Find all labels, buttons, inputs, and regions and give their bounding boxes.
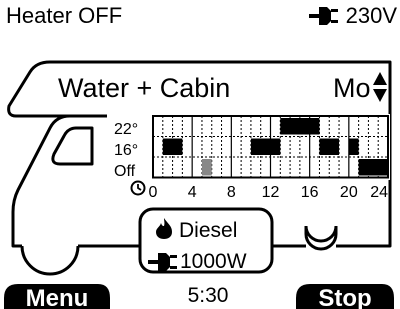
current-time: 5:30 bbox=[188, 284, 229, 307]
menu-button[interactable]: Menu bbox=[4, 284, 110, 309]
mains-voltage: 230V bbox=[346, 3, 398, 28]
heating-mode-label[interactable]: Water + Cabin bbox=[58, 73, 230, 103]
hour-tick-label: 0 bbox=[149, 184, 158, 201]
up-down-arrows-icon[interactable] bbox=[373, 72, 387, 102]
plug-icon bbox=[309, 7, 338, 25]
temperature-schedule[interactable]: 22° 16° Off bbox=[107, 114, 390, 180]
fuel-type: Diesel bbox=[179, 219, 237, 242]
schedule-panel bbox=[107, 114, 390, 180]
level-label-high: 22° bbox=[114, 121, 138, 138]
heater-control-screen: Heater OFF 230V Water + Cabin Mo 22° 16°… bbox=[4, 3, 398, 309]
electric-power: 1000W bbox=[180, 250, 247, 273]
menu-button-label: Menu bbox=[26, 285, 89, 309]
schedule-block[interactable] bbox=[319, 138, 340, 156]
schedule-block[interactable] bbox=[348, 138, 359, 156]
hour-axis: 0 4 8 12 16 20 24 bbox=[149, 184, 389, 201]
clock-icon bbox=[130, 180, 146, 196]
stop-button-label: Stop bbox=[318, 285, 371, 309]
schedule-cursor-block[interactable] bbox=[201, 159, 212, 176]
hour-tick-label: 20 bbox=[340, 184, 358, 201]
level-label-off: Off bbox=[114, 163, 136, 180]
hour-tick-label: 12 bbox=[262, 184, 280, 201]
hour-tick-label: 24 bbox=[370, 184, 388, 201]
hour-tick-label: 16 bbox=[301, 184, 319, 201]
schedule-block[interactable] bbox=[280, 118, 320, 135]
hour-tick-label: 8 bbox=[227, 184, 236, 201]
stop-button[interactable]: Stop bbox=[296, 284, 394, 309]
heater-status: Heater OFF bbox=[6, 3, 122, 28]
hour-tick-label: 4 bbox=[188, 184, 197, 201]
schedule-block[interactable] bbox=[162, 138, 183, 156]
rear-wheel bbox=[304, 225, 338, 251]
weekday-selector[interactable]: Mo bbox=[333, 73, 371, 103]
schedule-block[interactable] bbox=[250, 138, 281, 156]
front-wheel bbox=[20, 245, 80, 276]
schedule-block[interactable] bbox=[358, 159, 388, 176]
level-label-low: 16° bbox=[114, 142, 138, 159]
